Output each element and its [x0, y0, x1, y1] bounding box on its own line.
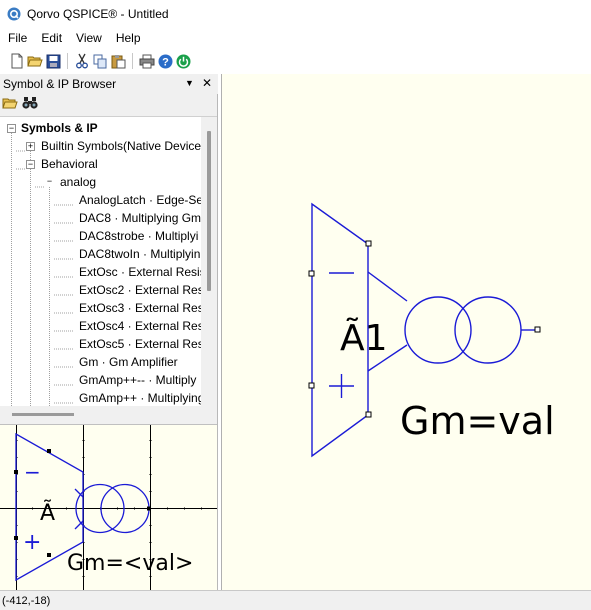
panel-controls: ▼ ✕ [185, 76, 212, 90]
menu-bar: File Edit View Help [0, 28, 591, 48]
tree-item-analog[interactable]: analog [60, 173, 96, 191]
tree-item-label: Symbols & IP [21, 121, 98, 135]
tree-item-analoglatch[interactable]: AnalogLatch · Edge-Se [79, 191, 203, 209]
tree-item-gm[interactable]: Gm · Gm Amplifier [79, 353, 178, 371]
tree-item-extosc4[interactable]: ExtOsc4 · External Resis [79, 317, 212, 335]
tree-item-gmamp-pp-mm[interactable]: GmAmp++-- · Multiply [79, 371, 196, 389]
preview-ref-label: Ã [40, 499, 55, 526]
tree-item-label: ExtOsc2 · External Resis [79, 283, 213, 297]
schematic-canvas[interactable]: Ã1 Gm=val [221, 74, 591, 590]
tree-item-extosc2[interactable]: ExtOsc2 · External Resis [79, 281, 212, 299]
panel-header: Symbol & IP Browser ▼ ✕ [0, 74, 218, 94]
tree-item-label: Builtin Symbols(Native Device [41, 139, 202, 153]
scrollbar-thumb[interactable] [207, 131, 211, 291]
preview-minus-label: − [24, 460, 41, 484]
copy-icon[interactable] [91, 52, 109, 70]
tree-item-dac8twoin[interactable]: DAC8twoIn · Multiplyin [79, 245, 200, 263]
print-icon[interactable] [138, 52, 156, 70]
tree-item-label: DAC8strobe · Multiplyi [79, 229, 199, 243]
tree-item-label: GmAmp++ · Multiplying [79, 391, 205, 405]
preview-value-label: Gm=<val> [67, 551, 193, 576]
tree-vertical-scrollbar[interactable] [201, 117, 217, 406]
open-icon[interactable] [26, 52, 44, 70]
tree-item-label: ExtOsc4 · External Resis [79, 319, 213, 333]
tree-item-extosc3[interactable]: ExtOsc3 · External Resis [79, 299, 212, 317]
menu-help[interactable]: Help [110, 29, 147, 47]
tree-collapse-icon[interactable]: − [7, 124, 16, 133]
open-folder-icon[interactable] [2, 96, 18, 113]
new-icon[interactable] [8, 52, 26, 70]
symbol-ip-browser-panel: Symbol & IP Browser ▼ ✕ − Symbols & IP +… [0, 74, 218, 590]
tree-item-dac8[interactable]: DAC8 · Multiplying Gm [79, 209, 201, 227]
tree-item-label: AnalogLatch · Edge-Se [79, 193, 204, 207]
menu-edit[interactable]: Edit [35, 29, 68, 47]
tree-item-label: GmAmp++-- · Multiply [79, 373, 197, 387]
preview-drawing: − + Ã Gm=<val> [0, 425, 217, 590]
tree-item-dac8strobe[interactable]: DAC8strobe · Multiplyi [79, 227, 198, 245]
save-icon[interactable] [44, 52, 62, 70]
tree-horizontal-scrollbar[interactable] [0, 406, 217, 422]
tree-item-builtin-symbols[interactable]: Builtin Symbols(Native Device [41, 137, 201, 155]
tree-item-label: DAC8 · Multiplying Gm [79, 211, 202, 225]
tree-item-label: Gm · Gm Amplifier [79, 355, 178, 369]
tree-item-label: analog [60, 175, 97, 189]
cut-icon[interactable] [73, 52, 91, 70]
symbol-preview: − + Ã Gm=<val> [0, 424, 217, 590]
tree-collapse-icon[interactable]: − [26, 160, 35, 169]
tree-item-gmamp-pp[interactable]: GmAmp++ · Multiplying [79, 389, 204, 406]
tree-item-label: ExtOsc · External Resisto [79, 265, 216, 279]
power-icon[interactable] [174, 52, 192, 70]
cursor-coordinates: (-412,-18) [2, 594, 51, 607]
toolbar: ? [0, 50, 591, 72]
svg-text:?: ? [162, 56, 169, 68]
tree-item-label: ExtOsc3 · External Resis [79, 301, 213, 315]
tree-item-symbols-ip[interactable]: Symbols & IP [21, 119, 98, 137]
toolbar-separator [132, 53, 133, 69]
panel-close-icon[interactable]: ✕ [202, 76, 212, 90]
tree-item-behavioral[interactable]: Behavioral [41, 155, 98, 173]
tree-expand-icon[interactable]: + [26, 142, 35, 151]
tree-item-extosc5[interactable]: ExtOsc5 · External Resis [79, 335, 212, 353]
binoculars-icon[interactable] [22, 96, 38, 113]
panel-tools [0, 94, 218, 114]
panel-dropdown-icon[interactable]: ▼ [185, 76, 194, 90]
panel-title: Symbol & IP Browser [3, 77, 117, 91]
menu-view[interactable]: View [70, 29, 108, 47]
qspice-app-icon [7, 7, 21, 20]
status-bar: (-412,-18) [0, 590, 591, 610]
scrollbar-thumb[interactable] [12, 413, 74, 416]
paste-icon[interactable] [109, 52, 127, 70]
schematic-ref-label: Ã1 [340, 317, 388, 359]
tree-collapse-icon[interactable]: − [45, 177, 54, 187]
tree-item-label: DAC8twoIn · Multiplyin [79, 247, 201, 261]
schematic-drawing: Ã1 Gm=val [308, 202, 555, 458]
preview-plus-label: + [23, 530, 41, 555]
toolbar-separator [67, 53, 68, 69]
title-bar: Qorvo QSPICE® - Untitled [0, 0, 591, 27]
help-icon[interactable]: ? [156, 52, 174, 70]
menu-file[interactable]: File [2, 29, 33, 47]
tree-item-extosc[interactable]: ExtOsc · External Resisto [79, 263, 216, 281]
tree-item-label: ExtOsc5 · External Resis [79, 337, 213, 351]
tree-item-label: Behavioral [41, 157, 98, 171]
symbol-tree[interactable]: − Symbols & IP + Builtin Symbols(Native … [0, 116, 217, 406]
schematic-value-label: Gm=val [400, 399, 555, 443]
window-title: Qorvo QSPICE® - Untitled [27, 6, 169, 21]
